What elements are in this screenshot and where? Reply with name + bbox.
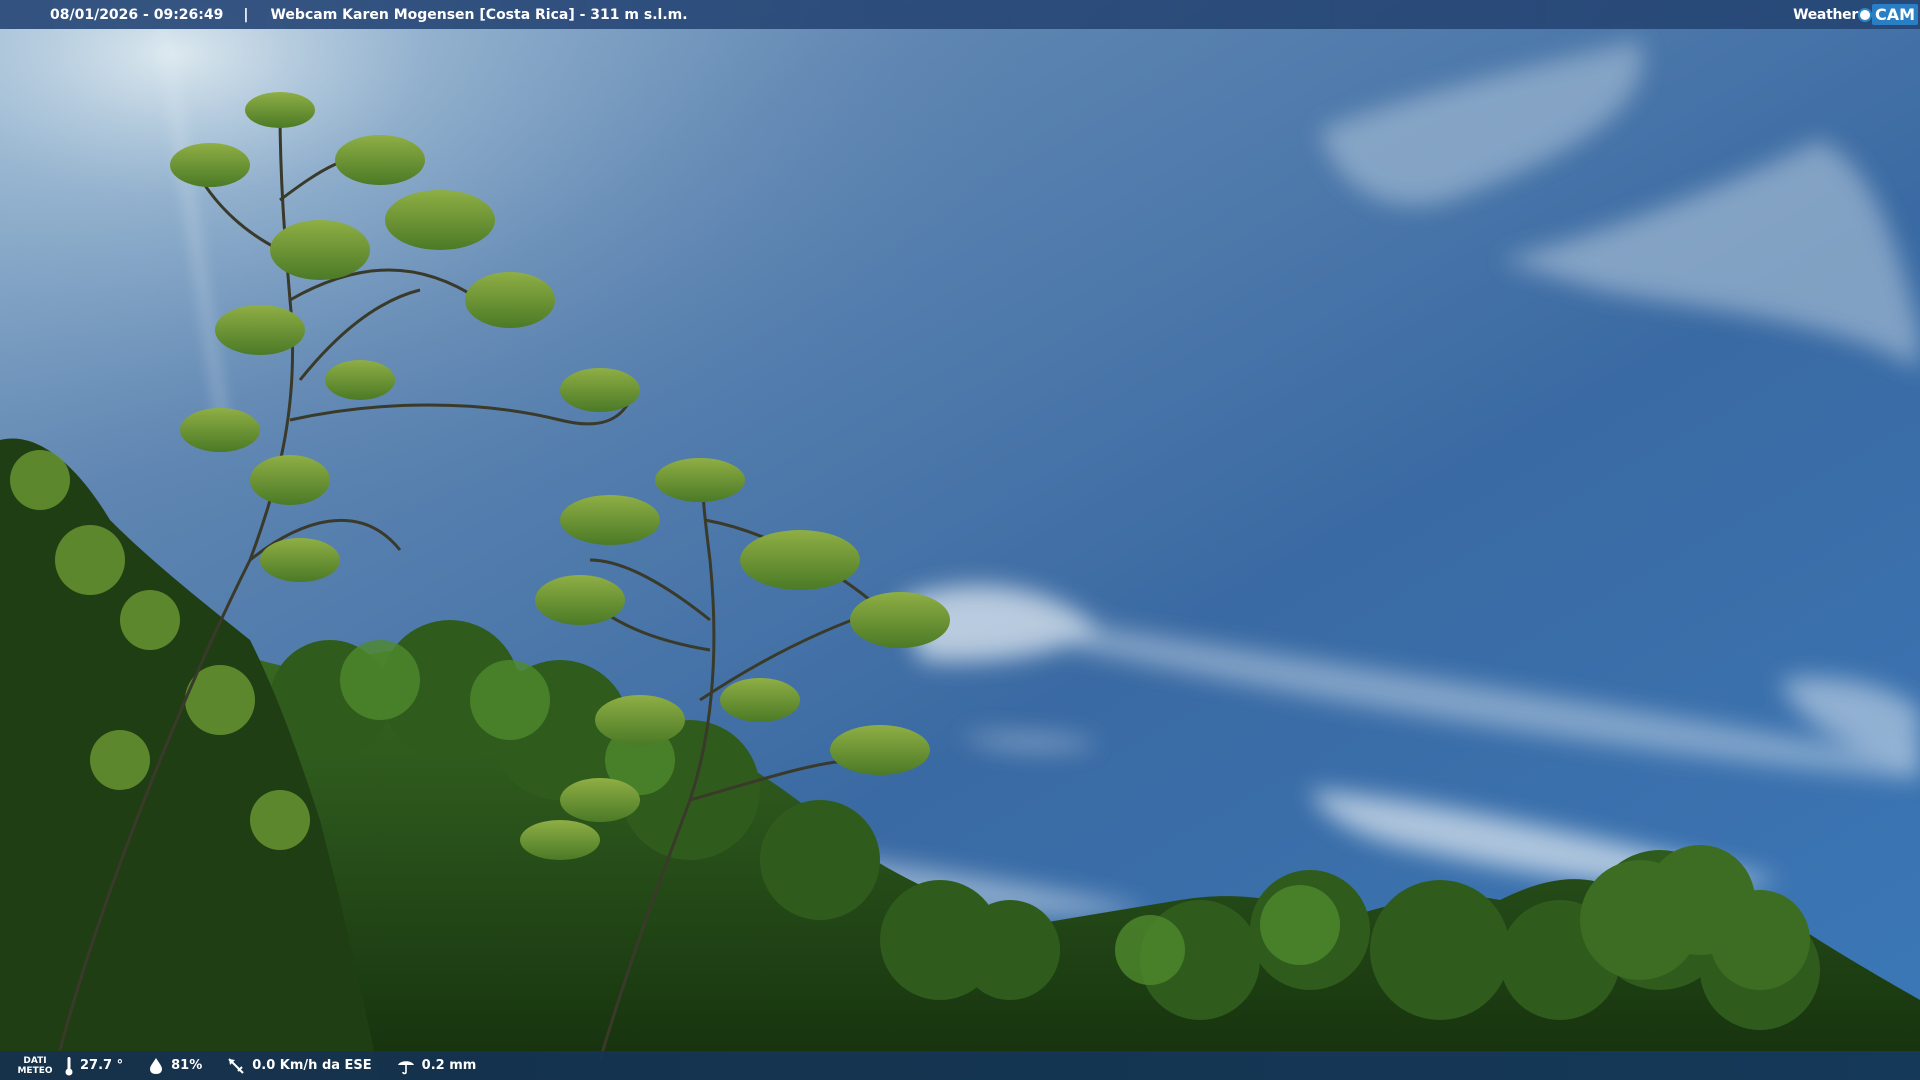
weathercam-logo: Weather CAM [1793,2,1918,27]
humidity-value: 81% [171,1058,203,1073]
dati-label-line1: DATI [23,1055,47,1066]
wind-vane-icon [228,1057,244,1074]
wind-value: 0.0 Km/h da ESE [252,1058,372,1073]
webcam-image [0,0,1920,1080]
capture-datetime: 08/01/2026 - 09:26:49 [50,6,224,23]
logo-word-cam: CAM [1871,4,1918,25]
temperature-metric: 27.7 ° [64,1056,123,1076]
rain-value: 0.2 mm [421,1058,477,1073]
rain-metric: 0.2 mm [396,1057,477,1075]
wind-metric: 0.0 Km/h da ESE [226,1056,372,1076]
logo-globe-icon [1859,9,1870,20]
weather-data-bar: DATI METEO 27.7 ° 81% 0.0 Km/h da ESE 0.… [0,1051,1920,1080]
header-separator: | [243,6,249,23]
rain-gauge-icon [397,1060,414,1074]
header-bar: 08/01/2026 - 09:26:49 | Webcam Karen Mog… [0,0,1920,29]
webcam-frame: 08/01/2026 - 09:26:49 | Webcam Karen Mog… [0,0,1920,1080]
thermometer-icon [65,1056,73,1075]
webcam-title: Webcam Karen Mogensen [Costa Rica] - 311… [270,6,688,23]
logo-word-weather: Weather [1793,6,1858,23]
temperature-value: 27.7 ° [80,1058,124,1073]
humidity-drop-icon [150,1057,163,1074]
humidity-metric: 81% [147,1057,202,1075]
dati-label-line2: METEO [17,1065,53,1076]
dati-meteo-label: DATI METEO [6,1056,64,1076]
